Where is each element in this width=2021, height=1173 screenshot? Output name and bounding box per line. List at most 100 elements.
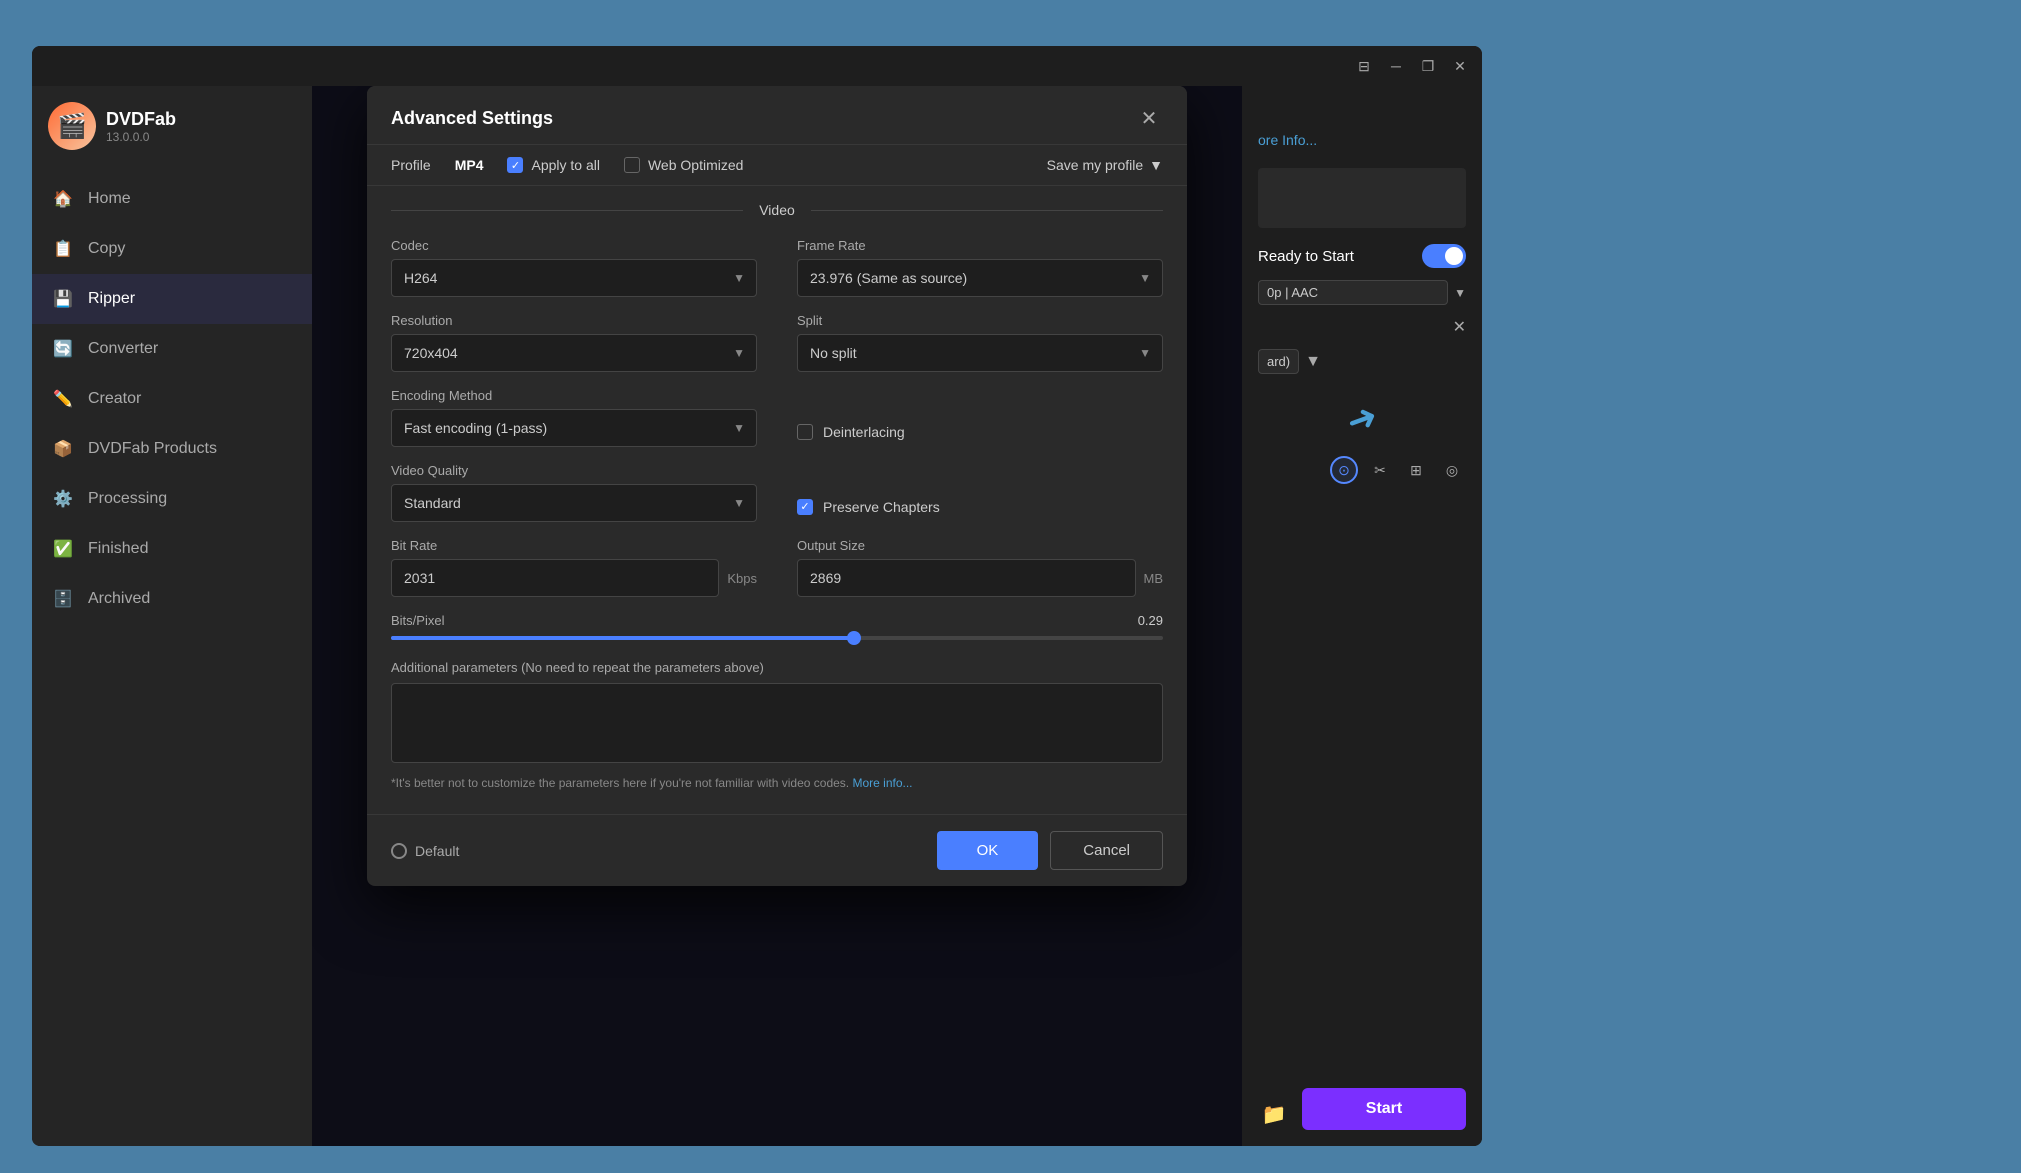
save-profile-chevron: ▼ <box>1149 157 1163 173</box>
sidebar-item-archived[interactable]: 🗄️ Archived <box>32 574 312 624</box>
sidebar-item-copy[interactable]: 📋 Copy <box>32 224 312 274</box>
bitrate-row: Bit Rate Kbps Output Size <box>391 538 1163 597</box>
codec-select-wrapper: H264 ▼ <box>391 259 757 297</box>
encoding-method-field: Encoding Method Fast encoding (1-pass) ▼ <box>391 388 757 447</box>
split-label: Split <box>797 313 1163 328</box>
output-size-input-row: MB <box>797 559 1163 597</box>
ready-to-start-toggle[interactable] <box>1422 244 1466 268</box>
app-body: 🎬 DVDFab 13.0.0.0 🏠 Home 📋 Copy 💾 Ripper… <box>32 86 1482 1146</box>
cancel-button[interactable]: Cancel <box>1050 831 1163 870</box>
additional-params-textarea[interactable] <box>391 683 1163 763</box>
more-info-link-panel[interactable]: ore Info... <box>1258 132 1466 148</box>
sidebar-logo: 🎬 DVDFab 13.0.0.0 <box>32 102 312 174</box>
sidebar-item-finished[interactable]: ✅ Finished <box>32 524 312 574</box>
radio-icon <box>391 843 407 859</box>
minimize-button[interactable]: ─ <box>1386 56 1406 76</box>
audio-track-row: 0p | AAC ▼ <box>1258 280 1466 305</box>
dvdfab-products-icon: 📦 <box>52 438 74 460</box>
title-bar: ⊟ ─ ❐ ✕ <box>32 46 1482 86</box>
start-button[interactable]: Start <box>1302 1088 1466 1130</box>
dialog-close-button[interactable]: ✕ <box>1135 104 1163 132</box>
save-profile-button[interactable]: Save my profile ▼ <box>1047 157 1163 173</box>
ready-to-start-label: Ready to Start <box>1258 248 1354 265</box>
sidebar-item-label-creator: Creator <box>88 390 141 408</box>
bit-rate-input[interactable] <box>391 559 719 597</box>
default-label: Default <box>415 843 459 859</box>
grid-tool-button[interactable]: ⊞ <box>1402 456 1430 484</box>
preserve-chapters-label: Preserve Chapters <box>823 499 940 515</box>
bitrate-section: Bit Rate Kbps Output Size <box>391 538 1163 597</box>
bits-pixel-label: Bits/Pixel <box>391 613 444 628</box>
web-optimized-checkbox[interactable] <box>624 157 640 173</box>
profile-label: Profile <box>391 157 431 173</box>
record-tool-button[interactable]: ⊙ <box>1330 456 1358 484</box>
audio-track-value: 0p | AAC <box>1267 285 1318 300</box>
sidebar-item-ripper[interactable]: 💾 Ripper <box>32 274 312 324</box>
resolution-select[interactable]: 720x404 <box>391 334 757 372</box>
bits-pixel-slider[interactable] <box>391 636 1163 640</box>
panel-close-button[interactable]: ✕ <box>1453 317 1466 337</box>
output-size-field: Output Size MB <box>797 538 1163 597</box>
web-optimized-label: Web Optimized <box>648 157 743 173</box>
taskbar-icon[interactable]: ⊟ <box>1354 56 1374 76</box>
home-icon: 🏠 <box>52 188 74 210</box>
audio-chevron-icon: ▼ <box>1454 286 1466 300</box>
settings-grid: Codec H264 ▼ Frame Rate <box>391 238 1163 522</box>
sidebar-item-label-copy: Copy <box>88 240 125 258</box>
deinterlacing-row: Deinterlacing <box>797 388 1163 447</box>
frame-rate-select[interactable]: 23.976 (Same as source) <box>797 259 1163 297</box>
ok-button[interactable]: OK <box>937 831 1039 870</box>
preserve-chapters-checkbox[interactable]: ✓ <box>797 499 813 515</box>
output-size-input[interactable] <box>797 559 1136 597</box>
bottom-row: 📁 Start <box>1258 1088 1466 1130</box>
deinterlacing-checkbox[interactable] <box>797 424 813 440</box>
clip-tool-button[interactable]: ✂ <box>1366 456 1394 484</box>
preserve-chapters-row: ✓ Preserve Chapters <box>797 463 1163 522</box>
default-button[interactable]: Default <box>391 843 459 859</box>
codec-select[interactable]: H264 <box>391 259 757 297</box>
quality-select[interactable]: ard) <box>1258 349 1299 374</box>
resolution-label: Resolution <box>391 313 757 328</box>
copy-icon: 📋 <box>52 238 74 260</box>
frame-rate-label: Frame Rate <box>797 238 1163 253</box>
bit-rate-label: Bit Rate <box>391 538 757 553</box>
split-field: Split No split ▼ <box>797 313 1163 372</box>
additional-params-label: Additional parameters (No need to repeat… <box>391 660 1163 675</box>
profile-value: MP4 <box>455 157 484 173</box>
apply-to-all-checkbox[interactable]: ✓ <box>507 157 523 173</box>
sidebar-item-dvdfab-products[interactable]: 📦 DVDFab Products <box>32 424 312 474</box>
target-tool-button[interactable]: ◎ <box>1438 456 1466 484</box>
save-profile-label: Save my profile <box>1047 157 1143 173</box>
dialog-header: Advanced Settings ✕ <box>367 86 1187 145</box>
maximize-button[interactable]: ❐ <box>1418 56 1438 76</box>
dialog-footer: Default OK Cancel <box>367 814 1187 886</box>
creator-icon: ✏️ <box>52 388 74 410</box>
sidebar-item-label-home: Home <box>88 190 131 208</box>
encoding-method-select[interactable]: Fast encoding (1-pass) <box>391 409 757 447</box>
sidebar-item-converter[interactable]: 🔄 Converter <box>32 324 312 374</box>
video-quality-select[interactable]: Standard <box>391 484 757 522</box>
video-section-label: Video <box>743 202 811 218</box>
preview-box <box>1258 168 1466 228</box>
close-button[interactable]: ✕ <box>1450 56 1470 76</box>
sidebar-item-creator[interactable]: ✏️ Creator <box>32 374 312 424</box>
audio-track-select[interactable]: 0p | AAC <box>1258 280 1448 305</box>
sidebar-item-processing[interactable]: ⚙️ Processing <box>32 474 312 524</box>
folder-button[interactable]: 📁 <box>1258 1098 1290 1130</box>
video-quality-field: Video Quality Standard ▼ <box>391 463 757 522</box>
sidebar-item-label-processing: Processing <box>88 490 167 508</box>
bits-pixel-slider-thumb[interactable] <box>847 631 861 645</box>
app-window: ⊟ ─ ❐ ✕ 🎬 DVDFab 13.0.0.0 🏠 Home 📋 Copy <box>32 46 1482 1146</box>
sidebar-item-label-ripper: Ripper <box>88 290 135 308</box>
bits-pixel-label-row: Bits/Pixel 0.29 <box>391 613 1163 628</box>
bit-rate-unit: Kbps <box>727 571 757 586</box>
apply-to-all-row: ✓ Apply to all <box>507 157 599 173</box>
resolution-select-wrapper: 720x404 ▼ <box>391 334 757 372</box>
app-name: DVDFab <box>106 109 176 130</box>
split-select[interactable]: No split <box>797 334 1163 372</box>
video-section-divider: Video <box>391 202 1163 218</box>
sidebar-item-label-archived: Archived <box>88 590 150 608</box>
more-info-link[interactable]: More info... <box>852 776 912 790</box>
resolution-field: Resolution 720x404 ▼ <box>391 313 757 372</box>
sidebar-item-home[interactable]: 🏠 Home <box>32 174 312 224</box>
